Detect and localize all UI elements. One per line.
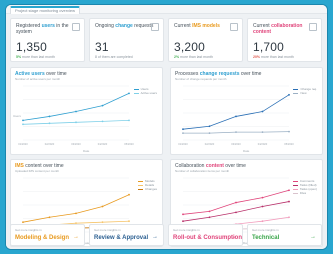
- x-tick-label: 03/2020: [71, 142, 81, 146]
- dashboard-window: Project stage monitoring overview Regist…: [6, 5, 327, 249]
- data-point: [22, 119, 24, 122]
- data-point: [208, 132, 211, 135]
- data-point: [288, 93, 290, 96]
- card-label: Review & Approval: [94, 235, 149, 241]
- data-point: [288, 130, 290, 133]
- document-icon: [151, 23, 159, 31]
- kpi-subtext: 20% more than last month: [253, 55, 294, 59]
- x-tick-label: 01/2020: [178, 142, 188, 146]
- data-point: [288, 189, 290, 192]
- kpi-title: Registered users in the system: [16, 23, 69, 35]
- insight-card-modeling-design[interactable]: Get more insights in Modeling & Design →: [10, 224, 85, 246]
- data-point: [48, 216, 51, 219]
- data-point: [261, 110, 264, 113]
- x-tick-label: 01/2020: [18, 142, 28, 146]
- kpi-ongoing-change-requests[interactable]: Ongoing change requests 31 8 of them are…: [89, 18, 164, 62]
- dashboard-content: Registered users in the system 1,350 5% …: [6, 14, 327, 249]
- data-point: [182, 220, 184, 223]
- y-axis-label: Users: [13, 114, 21, 118]
- kpi-value: 1,700: [253, 40, 285, 54]
- arrow-right-icon: →: [73, 234, 79, 240]
- tab-overview[interactable]: Project stage monitoring overview: [10, 6, 81, 14]
- data-point: [235, 131, 237, 134]
- data-point: [128, 193, 130, 196]
- data-point: [75, 121, 77, 124]
- card-label: Technical: [252, 235, 280, 241]
- series-line: [182, 94, 290, 130]
- data-point: [261, 205, 264, 208]
- data-point: [101, 120, 104, 123]
- x-tick-label: 02/2020: [205, 142, 215, 146]
- data-point: [288, 216, 290, 219]
- x-axis-label: Date: [83, 149, 90, 153]
- kpi-current-ims-models[interactable]: Current IMS models 3,200 2% more than la…: [168, 18, 243, 62]
- arrow-right-icon: →: [310, 234, 316, 240]
- data-point: [235, 211, 237, 214]
- data-point: [101, 221, 104, 224]
- chart-panel-change-requests: Processes change requests over time Numb…: [170, 67, 323, 155]
- insight-card-technical[interactable]: Get more insights in Technical →: [247, 224, 322, 246]
- users-icon: [72, 23, 80, 31]
- data-point: [75, 212, 77, 215]
- data-point: [128, 119, 130, 122]
- kpi-value: 31: [95, 40, 109, 54]
- arrow-right-icon: →: [152, 234, 158, 240]
- data-point: [75, 110, 77, 113]
- data-point: [22, 123, 24, 126]
- line-chart: 01/2020 02/2020 03/2020 04/2020 05/2020: [178, 85, 294, 146]
- arrow-right-icon: →: [231, 234, 237, 240]
- kpi-value: 1,350: [16, 40, 48, 54]
- card-caption: Get more insights in: [173, 228, 200, 232]
- kpi-current-collaboration-content[interactable]: Current collaboration content 1,700 20% …: [247, 18, 322, 62]
- x-axis-label: Date: [243, 149, 250, 153]
- data-point: [22, 221, 24, 224]
- data-point: [208, 210, 211, 213]
- data-point: [208, 216, 211, 219]
- kpi-subtext: 5% more than last month: [16, 55, 55, 59]
- x-tick-label: 04/2020: [98, 142, 108, 146]
- series-line: [22, 93, 130, 121]
- data-point: [235, 201, 237, 204]
- data-point: [288, 200, 290, 203]
- tab-bar: Project stage monitoring overview: [6, 5, 327, 14]
- data-point: [235, 115, 237, 118]
- card-label: Modeling & Design: [15, 235, 69, 241]
- data-point: [182, 128, 184, 131]
- data-point: [128, 220, 130, 223]
- data-point: [101, 205, 104, 208]
- data-point: [208, 125, 211, 128]
- data-point: [261, 131, 264, 134]
- x-tick-label: 05/2020: [124, 142, 134, 146]
- data-point: [128, 92, 130, 95]
- card-caption: Get more insights in: [252, 228, 279, 232]
- kpi-title: Current IMS models: [174, 23, 220, 29]
- x-tick-label: 05/2020: [284, 142, 294, 146]
- data-point: [182, 132, 184, 135]
- data-point: [261, 220, 264, 223]
- data-point: [48, 115, 51, 118]
- data-point: [48, 122, 51, 125]
- kpi-registered-users[interactable]: Registered users in the system 1,350 5% …: [10, 18, 85, 62]
- data-point: [101, 104, 104, 107]
- x-tick-label: 04/2020: [258, 142, 268, 146]
- kpi-title: Ongoing change requests: [95, 23, 154, 29]
- card-caption: Get more insights in: [15, 228, 42, 232]
- series-line: [22, 194, 130, 223]
- kpi-subtext: 2% more than last month: [174, 55, 213, 59]
- line-chart: 01/2020 02/2020 03/2020 04/2020 05/2020: [18, 85, 134, 146]
- data-point: [182, 213, 184, 216]
- data-point: [261, 196, 264, 199]
- chat-icon: [309, 23, 317, 31]
- insight-card-rollout-consumption[interactable]: Get more insights in Roll-out & Consumpt…: [168, 224, 243, 246]
- chart-panel-active-users: Active users over time Number of active …: [10, 67, 163, 155]
- x-tick-label: 03/2020: [231, 142, 241, 146]
- kpi-value: 3,200: [174, 40, 206, 54]
- kpi-title: Current collaboration content: [253, 23, 303, 35]
- insight-card-review-approval[interactable]: Get more insights in Review & Approval →: [89, 224, 164, 246]
- card-caption: Get more insights in: [94, 228, 121, 232]
- x-tick-label: 02/2020: [45, 142, 55, 146]
- kpi-subtext: 8 of them are completed: [95, 55, 133, 59]
- model-icon: [230, 23, 238, 31]
